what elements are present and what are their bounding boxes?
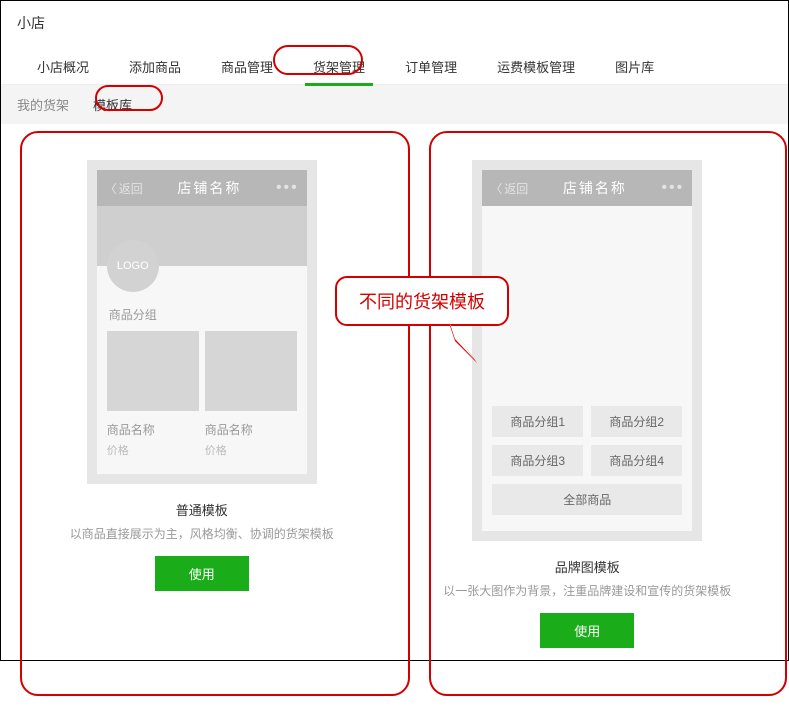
phone-preview-normal: 〈 返回 店铺名称 ••• LOGO 商品分组 — [87, 160, 317, 484]
product-labels: 商品名称 价格 商品名称 价格 — [97, 411, 307, 458]
tab-image-lib[interactable]: 图片库 — [595, 49, 674, 84]
template-desc: 以一张大图作为背景，注重品牌建设和宣传的货架模板 — [443, 582, 731, 599]
template-cards: 〈 返回 店铺名称 ••• LOGO 商品分组 — [1, 124, 788, 660]
product-image-placeholder — [107, 331, 199, 411]
phone-preview-brand: 〈 返回 店铺名称 ••• 商品分组1 商品分组2 商品分组3 — [472, 160, 702, 541]
more-icon: ••• — [276, 179, 299, 197]
all-products-button: 全部商品 — [492, 484, 682, 515]
shop-name: 店铺名称 — [143, 178, 276, 198]
template-card-brand: 〈 返回 店铺名称 ••• 商品分组1 商品分组2 商品分组3 — [407, 148, 769, 648]
product-name: 商品名称 — [205, 421, 297, 438]
back-button: 〈 返回 — [490, 180, 528, 197]
template-desc: 以商品直接展示为主，风格均衡、协调的货架模板 — [70, 525, 334, 542]
subtab-template-lib[interactable]: 模板库 — [93, 95, 132, 114]
tab-order-manage[interactable]: 订单管理 — [385, 49, 477, 84]
product-grid — [97, 331, 307, 411]
template-title: 品牌图模板 — [555, 557, 620, 576]
sub-tabs: 我的货架 模板库 — [1, 84, 788, 124]
page-title: 小店 — [1, 1, 788, 41]
product-price: 价格 — [107, 442, 199, 458]
group-buttons: 商品分组1 商品分组2 商品分组3 商品分组4 全部商品 — [482, 406, 692, 515]
group-button: 商品分组3 — [492, 445, 583, 476]
tab-shelf-manage[interactable]: 货架管理 — [293, 49, 385, 84]
chevron-left-icon: 〈 — [105, 180, 117, 197]
product-name: 商品名称 — [107, 421, 199, 438]
template-title: 普通模板 — [176, 500, 228, 519]
more-icon: ••• — [661, 179, 684, 197]
template-card-normal: 〈 返回 店铺名称 ••• LOGO 商品分组 — [21, 148, 383, 648]
phone-header: 〈 返回 店铺名称 ••• — [97, 170, 307, 206]
tab-add-product[interactable]: 添加商品 — [109, 49, 201, 84]
subtab-my-shelves[interactable]: 我的货架 — [17, 95, 69, 114]
phone-header: 〈 返回 店铺名称 ••• — [482, 170, 692, 206]
group-button: 商品分组2 — [591, 406, 682, 437]
use-button[interactable]: 使用 — [155, 556, 249, 591]
group-button: 商品分组4 — [591, 445, 682, 476]
product-image-placeholder — [205, 331, 297, 411]
tab-overview[interactable]: 小店概况 — [17, 49, 109, 84]
tab-freight-template[interactable]: 运费模板管理 — [477, 49, 595, 84]
back-label: 返回 — [504, 180, 528, 197]
group-label: 商品分组 — [97, 292, 307, 331]
product-price: 价格 — [205, 442, 297, 458]
main-tabs: 小店概况 添加商品 商品管理 货架管理 订单管理 运费模板管理 图片库 — [1, 41, 788, 84]
tab-product-manage[interactable]: 商品管理 — [201, 49, 293, 84]
shop-name: 店铺名称 — [528, 178, 661, 198]
logo-placeholder: LOGO — [107, 240, 159, 292]
chevron-left-icon: 〈 — [490, 180, 502, 197]
big-image-placeholder — [482, 206, 692, 406]
group-button: 商品分组1 — [492, 406, 583, 437]
back-button: 〈 返回 — [105, 180, 143, 197]
use-button[interactable]: 使用 — [540, 613, 634, 648]
back-label: 返回 — [119, 180, 143, 197]
